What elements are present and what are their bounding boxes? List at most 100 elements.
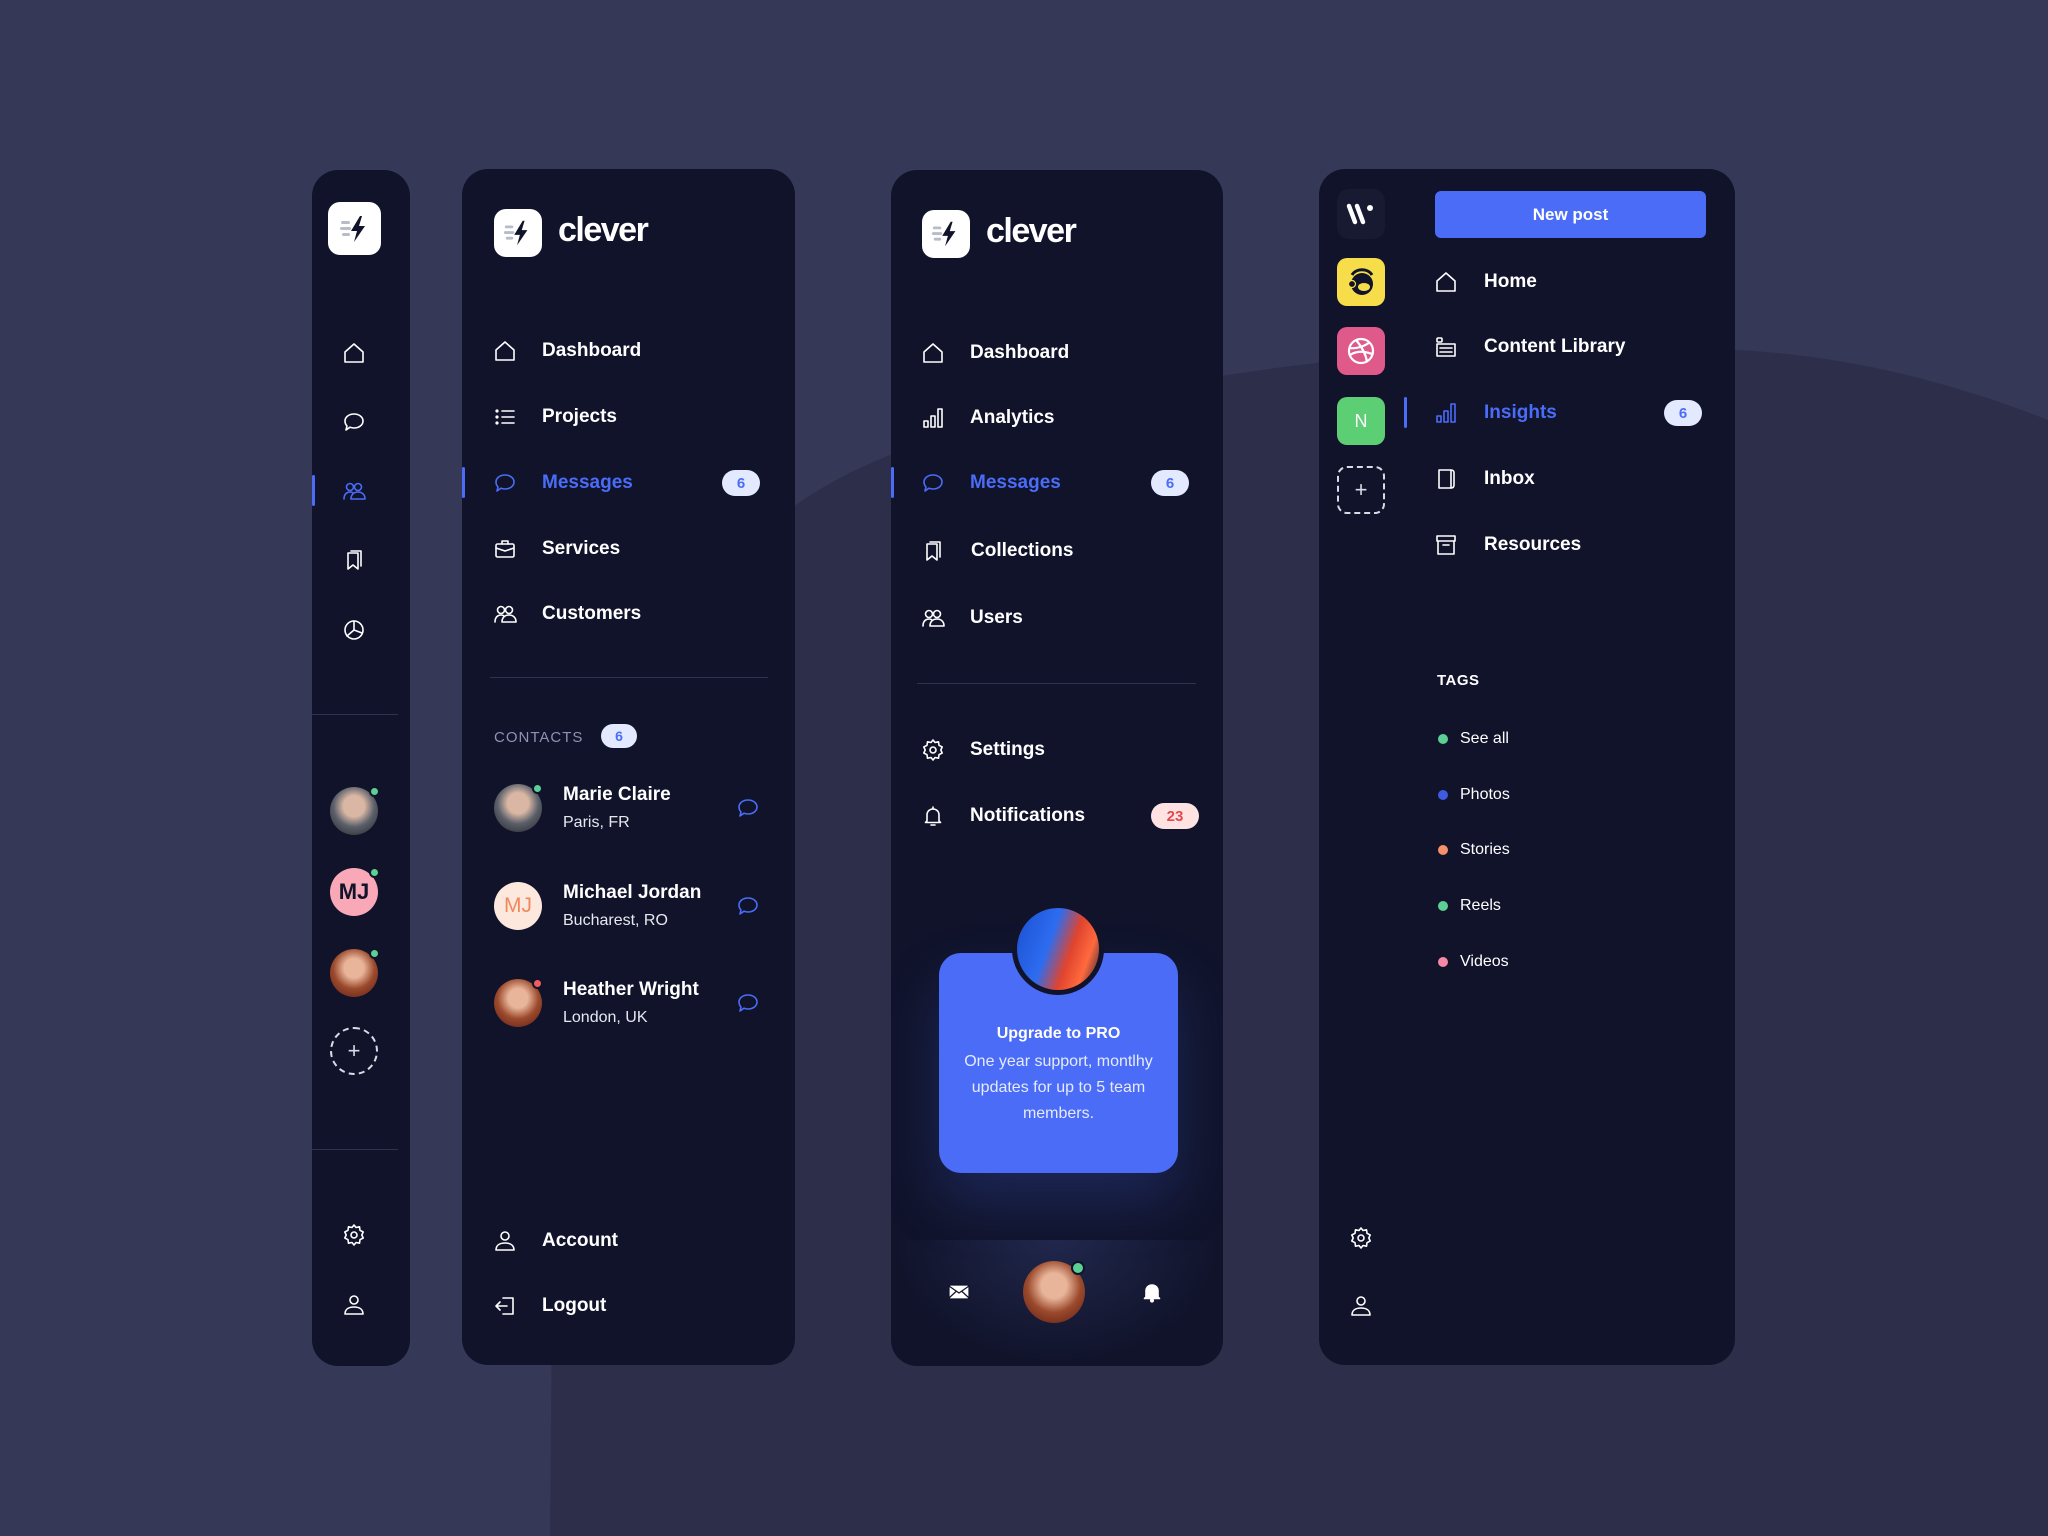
nav-item-projects[interactable]: Projects — [462, 405, 795, 429]
nav-label: Inbox — [1484, 468, 1535, 489]
nav-item-services[interactable]: Services — [462, 537, 795, 561]
tag-see-all[interactable]: See all — [1419, 729, 1719, 749]
chat-icon[interactable] — [736, 991, 760, 1015]
nav-label: Customers — [542, 603, 642, 624]
message-icon — [921, 471, 945, 495]
pie-chart-icon[interactable] — [342, 618, 366, 642]
avatar-marie-claire[interactable] — [330, 786, 380, 835]
status-online — [532, 783, 543, 794]
account-link[interactable]: Account — [462, 1229, 795, 1253]
bolt-logo-icon — [339, 215, 365, 242]
tag-videos[interactable]: Videos — [1419, 952, 1719, 972]
chat-icon[interactable] — [736, 894, 760, 918]
clever-logo[interactable] — [922, 210, 970, 258]
contact-item[interactable]: Marie Claire Paris, FR — [462, 783, 795, 834]
nav-label: Logout — [542, 1295, 607, 1316]
app-n[interactable]: N — [1337, 397, 1385, 445]
nav-item-collections[interactable]: Collections — [891, 539, 1223, 563]
active-indicator — [1404, 397, 1407, 428]
contact-item[interactable]: Heather Wright London, UK — [462, 978, 795, 1029]
user-avatar[interactable] — [1023, 1261, 1085, 1323]
avatar: MJ — [494, 882, 542, 930]
active-indicator — [312, 475, 315, 506]
messages-badge: 6 — [722, 470, 760, 496]
message-icon — [493, 471, 517, 495]
nav-item-messages[interactable]: Messages 6 — [462, 470, 795, 496]
users-icon[interactable] — [342, 479, 366, 503]
upgrade-title: Upgrade to PRO — [996, 1025, 1121, 1042]
contact-item[interactable]: MJ Michael Jordan Bucharest, RO — [462, 882, 795, 932]
add-app-button[interactable]: + — [1337, 466, 1385, 514]
nav-label: Dashboard — [970, 342, 1070, 363]
notifications-link[interactable]: Notifications 23 — [891, 803, 1223, 829]
nav-item-home[interactable]: Home — [1419, 270, 1735, 294]
user-icon[interactable] — [1349, 1294, 1373, 1318]
content-library-icon — [1434, 335, 1458, 359]
home-icon[interactable] — [342, 341, 366, 365]
nav-label: Notifications — [970, 805, 1086, 826]
gear-icon[interactable] — [342, 1223, 366, 1247]
nav-item-users[interactable]: Users — [891, 606, 1223, 630]
upgrade-sidebar: clever Dashboard Analytics Messages 6 Co… — [891, 170, 1223, 1366]
bar-chart-icon — [921, 406, 945, 430]
status-busy — [532, 978, 543, 989]
bookmarks-icon[interactable] — [342, 548, 366, 572]
plus-icon: + — [347, 1038, 361, 1063]
nav-item-customers[interactable]: Customers — [462, 602, 795, 626]
tag-dot — [1438, 734, 1448, 744]
nav-item-inbox[interactable]: Inbox — [1419, 467, 1735, 491]
status-online — [369, 786, 380, 797]
nav-label: Messages — [542, 472, 633, 493]
status-online — [369, 948, 380, 959]
app-dribbble[interactable] — [1337, 327, 1385, 375]
user-icon[interactable] — [342, 1293, 366, 1317]
tag-reels[interactable]: Reels — [1419, 896, 1719, 916]
clever-logo[interactable] — [494, 209, 542, 257]
nav-item-resources[interactable]: Resources — [1419, 533, 1735, 557]
contacts-count-badge: 6 — [601, 724, 637, 748]
nav-label: Users — [970, 607, 1023, 628]
nav-label: Resources — [1484, 534, 1582, 555]
gear-icon — [921, 738, 945, 762]
tag-label: Reels — [1460, 897, 1501, 914]
clever-logo[interactable] — [328, 202, 381, 255]
gear-icon[interactable] — [1349, 1226, 1373, 1250]
status-online — [369, 867, 380, 878]
tag-photos[interactable]: Photos — [1419, 785, 1719, 805]
upgrade-card[interactable]: Upgrade to PRO One year support, montlhy… — [939, 903, 1178, 1173]
bolt-logo-icon — [931, 221, 956, 247]
message-icon[interactable] — [342, 410, 366, 434]
contacts-title: CONTACTS — [494, 729, 584, 746]
tag-dot — [1438, 845, 1448, 855]
contact-location: Paris, FR — [563, 814, 630, 831]
messages-badge: 6 — [1151, 470, 1189, 496]
logout-link[interactable]: Logout — [462, 1294, 795, 1318]
nav-item-dashboard[interactable]: Dashboard — [891, 341, 1223, 365]
divider — [490, 677, 768, 678]
n-app-label: N — [1354, 410, 1368, 431]
nav-item-messages[interactable]: Messages 6 — [891, 470, 1223, 496]
mail-icon[interactable] — [947, 1280, 971, 1304]
new-post-button[interactable]: New post — [1435, 191, 1706, 238]
bell-icon[interactable] — [1140, 1280, 1164, 1304]
add-contact-button[interactable]: + — [330, 1027, 378, 1075]
tag-dot — [1438, 957, 1448, 967]
nav-item-dashboard[interactable]: Dashboard — [462, 339, 795, 363]
nav-item-content-library[interactable]: Content Library — [1419, 335, 1735, 359]
nav-label: Messages — [970, 472, 1061, 493]
avatar-mj[interactable]: MJ — [330, 867, 380, 916]
settings-link[interactable]: Settings — [891, 738, 1223, 762]
nav-label: Collections — [971, 540, 1074, 561]
list-icon — [493, 405, 517, 429]
chat-icon[interactable] — [736, 796, 760, 820]
nav-item-analytics[interactable]: Analytics — [891, 406, 1223, 430]
nav-label: Analytics — [970, 407, 1055, 428]
archive-icon — [1434, 533, 1458, 557]
workspace-logo[interactable] — [1337, 189, 1385, 239]
app-mailchimp[interactable] — [1337, 258, 1385, 306]
avatar-heather-wright[interactable] — [330, 948, 380, 997]
nav-item-insights[interactable]: Insights 6 — [1419, 400, 1735, 426]
tag-stories[interactable]: Stories — [1419, 840, 1719, 860]
nav-label: Account — [542, 1230, 618, 1251]
tag-label: Stories — [1460, 841, 1510, 858]
